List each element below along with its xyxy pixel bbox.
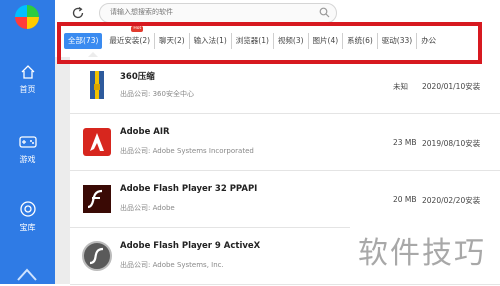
home-icon (21, 65, 34, 79)
software-size: 未知 (393, 82, 408, 91)
sidebar-item-home[interactable]: 首页 (0, 64, 55, 95)
search-icon[interactable] (319, 7, 330, 18)
sidebar-item-label: 游戏 (19, 155, 36, 164)
flash-player-gray-icon (82, 241, 112, 271)
app-logo-icon[interactable] (14, 4, 40, 30)
sidebar-item-label: 首页 (19, 85, 36, 94)
software-name: Adobe AIR (120, 127, 170, 137)
software-publisher: 出品公司: Adobe (120, 204, 175, 212)
refresh-icon[interactable] (71, 6, 85, 20)
software-size: 20 MB (393, 195, 417, 204)
tab-input-method[interactable]: 输入法(1) (190, 33, 232, 49)
more-apps-icon[interactable] (14, 266, 40, 286)
tab-driver[interactable]: 驱动(33) (378, 33, 418, 49)
software-publisher: 出品公司: 360安全中心 (120, 90, 194, 98)
sidebar-item-treasure[interactable]: 宝库 (0, 200, 55, 233)
tab-video[interactable]: 视频(3) (274, 33, 309, 49)
tab-browser[interactable]: 浏览器(1) (232, 33, 274, 49)
watermark: 软件技巧 (350, 210, 500, 284)
gamepad-icon (18, 136, 37, 148)
category-tabs: 全部(73) 最近安装(2) Hot 聊天(2) 输入法(1) 浏览器(1) 视频(3) 图片… (64, 26, 440, 51)
hot-badge: Hot (131, 26, 144, 32)
software-publisher: 出品公司: Adobe Systems Incorporated (120, 147, 254, 155)
software-publisher: 出品公司: Adobe Systems, Inc. (120, 261, 224, 269)
install-date: 2019/08/10安装 (422, 139, 481, 148)
software-name: Adobe Flash Player 32 PPAPI (120, 184, 258, 194)
flash-player-icon (83, 185, 111, 213)
search-input[interactable] (110, 8, 310, 16)
sidebar: 首页 游戏 宝库 (0, 0, 55, 284)
tab-image[interactable]: 图片(4) (309, 33, 344, 49)
adobe-air-icon (83, 128, 111, 156)
zip-archive-icon (90, 71, 104, 99)
tab-system[interactable]: 系统(6) (343, 33, 378, 49)
treasure-icon (19, 201, 36, 217)
tab-recent[interactable]: 最近安装(2) Hot (105, 26, 156, 49)
software-size: 23 MB (393, 138, 417, 147)
search-box (99, 3, 337, 23)
install-date: 2020/02/20安装 (422, 196, 481, 205)
software-name: Adobe Flash Player 9 ActiveX (120, 241, 261, 251)
tab-all[interactable]: 全部(73) (64, 33, 103, 49)
install-date: 2020/01/10安装 (422, 82, 481, 91)
list-item[interactable]: 360压缩 出品公司: 360安全中心 未知 2020/01/10安装 (70, 57, 500, 114)
top-bar (55, 0, 500, 28)
software-name: 360压缩 (120, 72, 155, 82)
tab-chat[interactable]: 聊天(2) (155, 33, 190, 49)
tab-label: 最近安装(2) (109, 36, 151, 45)
sidebar-item-games[interactable]: 游戏 (0, 134, 55, 165)
watermark-text: 软件技巧 (358, 236, 486, 271)
list-item[interactable]: Adobe AIR 出品公司: Adobe Systems Incorporat… (70, 114, 500, 171)
tab-office[interactable]: 办公 (417, 33, 440, 49)
sidebar-item-label: 宝库 (19, 223, 36, 232)
